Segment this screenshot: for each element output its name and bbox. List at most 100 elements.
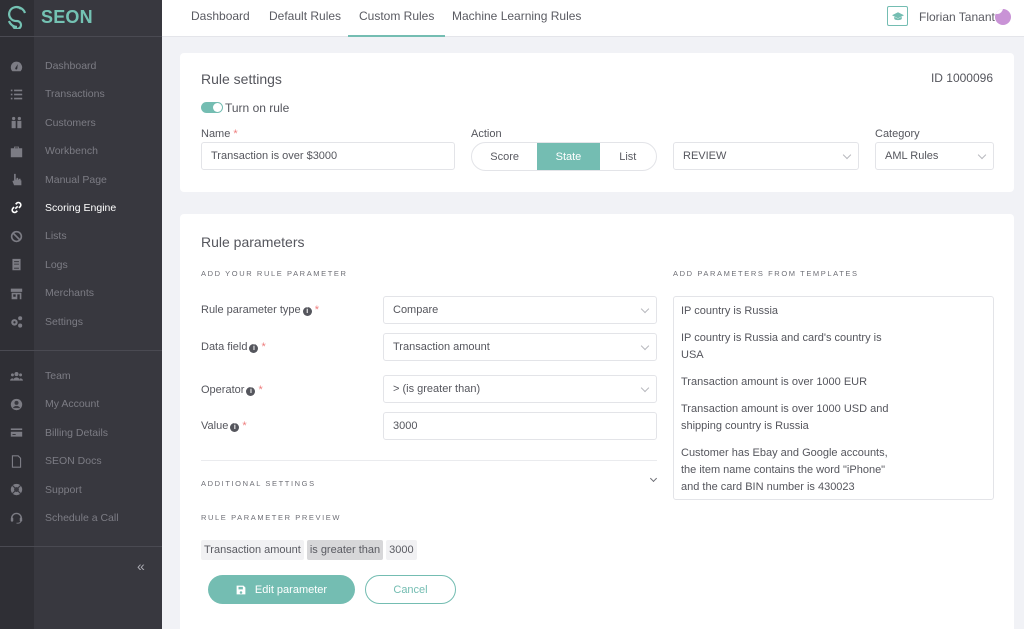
- gears-icon: [9, 315, 24, 329]
- brand-name: SEON: [41, 7, 93, 27]
- top-navigation: Dashboard Default Rules Custom Rules Mac…: [162, 0, 1024, 37]
- sidebar-item-settings[interactable]: Settings: [0, 308, 162, 336]
- sidebar-item-support[interactable]: Support: [0, 476, 162, 504]
- team-icon: [9, 369, 24, 383]
- rule-parameter-type-select[interactable]: Compare: [383, 296, 657, 324]
- sidebar: SEON Dashboard Transactions Customers Wo…: [0, 0, 162, 629]
- tab-default-rules[interactable]: Default Rules: [269, 0, 341, 37]
- edit-parameter-button[interactable]: Edit parameter: [208, 575, 355, 604]
- template-item[interactable]: Transaction amount is over 1000 EUR: [681, 374, 901, 391]
- label-text: Operator: [201, 384, 245, 396]
- cancel-button[interactable]: Cancel: [365, 575, 456, 604]
- preview-chip-operator: is greater than: [306, 540, 384, 560]
- category-select[interactable]: AML Rules: [875, 142, 994, 170]
- logo[interactable]: SEON: [0, 0, 162, 37]
- chevron-down-icon: [640, 383, 650, 393]
- rule-parameters-card: Rule parameters Add your rule parameter …: [180, 214, 1014, 629]
- chevron-down-icon: [977, 150, 987, 160]
- category-label: Category: [875, 128, 920, 140]
- template-item[interactable]: IP country is Russia: [681, 303, 901, 320]
- data-field-label: Data field i *: [201, 341, 266, 353]
- required-marker: *: [258, 384, 263, 396]
- user-avatar[interactable]: [995, 9, 1011, 25]
- save-icon: [236, 585, 246, 594]
- rule-id: ID 1000096: [930, 71, 993, 85]
- sidebar-item-workbench[interactable]: Workbench: [0, 137, 162, 165]
- preview-chip-field: Transaction amount: [201, 540, 304, 560]
- template-item[interactable]: Customer has Ebay and Google accounts, t…: [681, 445, 901, 496]
- gauge-icon: [9, 59, 24, 73]
- action-label: Action: [471, 128, 502, 140]
- info-icon[interactable]: i: [246, 387, 256, 396]
- value-input[interactable]: 3000: [383, 412, 657, 440]
- ban-icon: [9, 229, 24, 243]
- user-circle-icon: [9, 397, 24, 411]
- required-marker: *: [242, 420, 247, 432]
- additional-settings-toggle[interactable]: Additional settings: [201, 479, 316, 488]
- value-label: Value i *: [201, 420, 247, 432]
- info-icon[interactable]: i: [230, 423, 240, 432]
- template-item[interactable]: IP country is Russia and card's country …: [681, 330, 901, 364]
- label-text: Value: [201, 420, 229, 432]
- sidebar-item-logs[interactable]: Logs: [0, 251, 162, 279]
- sidebar-item-lists[interactable]: Lists: [0, 222, 162, 250]
- sidebar-item-team[interactable]: Team: [0, 362, 162, 390]
- rule-name-input[interactable]: Transaction is over $3000: [201, 142, 455, 170]
- section-divider: [201, 460, 657, 461]
- sidebar-item-seon-docs[interactable]: SEON Docs: [0, 447, 162, 475]
- collapse-sidebar-button[interactable]: «: [137, 558, 145, 574]
- chevron-down-icon[interactable]: [649, 474, 658, 483]
- chevron-down-icon: [640, 304, 650, 314]
- operator-select[interactable]: > (is greater than): [383, 375, 657, 403]
- action-list-button[interactable]: List: [600, 143, 656, 170]
- state-select[interactable]: REVIEW: [673, 142, 859, 170]
- rule-parameters-title: Rule parameters: [201, 234, 305, 250]
- file-icon: [9, 454, 24, 468]
- rule-settings-title: Rule settings: [201, 71, 282, 87]
- info-icon[interactable]: i: [302, 307, 312, 316]
- sidebar-item-scoring-engine[interactable]: Scoring Engine: [0, 194, 162, 222]
- sidebar-item-manual-page[interactable]: Manual Page: [0, 166, 162, 194]
- edit-parameter-label: Edit parameter: [254, 583, 328, 596]
- secondary-nav: Team My Account Billing Details SEON Doc…: [0, 362, 162, 532]
- templates-heading: Add parameters from templates: [673, 269, 859, 278]
- sidebar-item-dashboard[interactable]: Dashboard: [0, 52, 162, 80]
- sidebar-item-schedule-a-call[interactable]: Schedule a Call: [0, 504, 162, 532]
- credit-card-icon: [9, 426, 24, 440]
- sidebar-item-merchants[interactable]: Merchants: [0, 279, 162, 307]
- sidebar-item-customers[interactable]: Customers: [0, 109, 162, 137]
- sidebar-item-billing-details[interactable]: Billing Details: [0, 419, 162, 447]
- rule-parameter-type-value: Compare: [393, 304, 439, 316]
- tab-dashboard[interactable]: Dashboard: [191, 0, 250, 37]
- info-icon[interactable]: i: [249, 344, 259, 353]
- label-text: Rule parameter type: [201, 304, 301, 316]
- tab-custom-rules[interactable]: Custom Rules: [348, 0, 446, 37]
- academy-button[interactable]: [887, 6, 908, 26]
- headset-icon: [9, 511, 24, 525]
- chevron-down-icon: [842, 150, 852, 160]
- life-ring-icon: [9, 483, 24, 497]
- action-state-button[interactable]: State: [537, 143, 600, 170]
- rule-parameter-preview-heading: Rule parameter preview: [201, 513, 342, 522]
- add-rule-parameter-heading: Add your rule parameter: [201, 269, 348, 278]
- data-field-value: Transaction amount: [393, 341, 490, 353]
- graduation-cap-icon: [891, 12, 904, 21]
- tab-machine-learning-rules[interactable]: Machine Learning Rules: [452, 0, 581, 37]
- turn-on-rule-toggle[interactable]: [201, 102, 223, 113]
- book-icon: [9, 258, 24, 272]
- templates-list: IP country is Russia IP country is Russi…: [673, 296, 994, 500]
- action-score-button[interactable]: Score: [472, 143, 537, 170]
- state-value: REVIEW: [683, 150, 727, 162]
- sidebar-item-my-account[interactable]: My Account: [0, 390, 162, 418]
- data-field-select[interactable]: Transaction amount: [383, 333, 657, 361]
- pointer-hand-icon: [9, 173, 24, 187]
- user-name[interactable]: Florian Tanant: [919, 10, 995, 24]
- briefcase-icon: [9, 144, 24, 158]
- store-icon: [9, 286, 24, 300]
- operator-value: > (is greater than): [393, 383, 481, 395]
- template-item[interactable]: Transaction amount is over 1000 USD and …: [681, 401, 901, 435]
- required-marker: *: [233, 128, 238, 140]
- users-icon: [9, 116, 24, 130]
- rule-parameter-preview: Transaction amount is greater than 3000: [201, 540, 417, 560]
- sidebar-item-transactions[interactable]: Transactions: [0, 80, 162, 108]
